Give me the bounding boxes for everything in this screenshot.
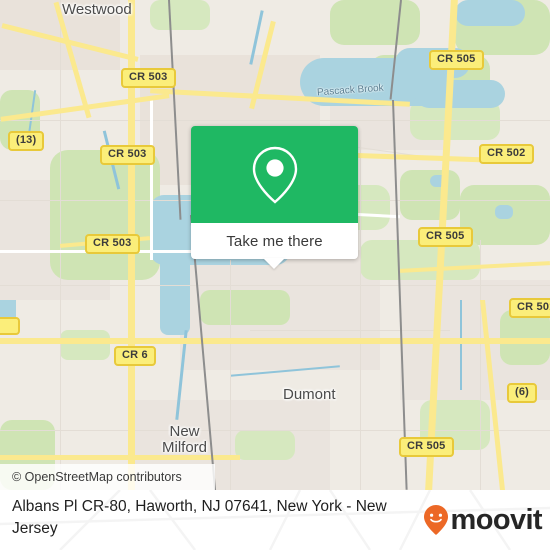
map-water-body [0,300,16,318]
footer-bar: Albans Pl CR-80, Haworth, NJ 07641, New … [0,490,550,550]
osm-attribution[interactable]: © OpenStreetMap contributors [0,464,215,490]
map-park-area [200,290,290,325]
road-shield: (6) [507,383,538,403]
location-title: Albans Pl CR-80, Haworth, NJ 07641, New … [12,498,387,537]
map-water-body [160,255,190,335]
map-minor-road [0,120,550,121]
location-popup-card[interactable]: Take me there [191,126,358,269]
road-shield: CR 505 [418,227,473,247]
map-minor-road [250,330,450,331]
map-water-body [415,80,505,108]
moovit-logo[interactable]: moovit [423,503,543,536]
map-highway [0,338,550,344]
popup-tail-pointer [263,258,285,269]
location-pin-icon [252,146,297,204]
map-water-body [495,205,513,219]
road-shield: CR 501 [509,298,550,318]
popup-pin-area [191,126,358,223]
map-water-body [455,0,525,26]
take-me-there-label: Take me there [226,232,323,250]
road-shield: CR 6 [114,346,156,366]
moovit-smiley-pin-icon [423,505,448,535]
take-me-there-button[interactable]: Take me there [191,223,358,259]
road-shield: CR 505 [429,50,484,70]
map-minor-road [0,285,550,286]
map-minor-road [0,430,550,431]
map-stream [460,300,462,390]
map-screenshot: CR 503 (13) CR 503 CR 503 CR 6 CR 505 CR 502 CR… [0,0,550,550]
place-label: New Milford [162,423,208,456]
road-shield: CR 505 [399,437,454,457]
road-shield: CR 503 [85,234,140,254]
map-minor-road [480,240,481,490]
osm-attribution-text: © OpenStreetMap contributors [12,470,182,484]
road-shield: CR 503 [121,68,176,88]
place-label: Westwood [62,1,132,18]
map-park-area [235,430,295,460]
road-shield: (13) [8,131,45,151]
road-shield: CR 503 [100,145,155,165]
map-park-area [60,330,110,360]
map-park-area [330,0,420,45]
map-park-area [150,0,210,30]
road-shield [0,317,20,335]
map-secondary-road [150,100,153,260]
road-shield: CR 502 [479,144,534,164]
moovit-wordmark: moovit [450,503,543,536]
map-park-area [50,150,160,280]
map-minor-road [360,140,361,490]
place-label: Dumont [283,386,336,403]
map-canvas[interactable]: CR 503 (13) CR 503 CR 503 CR 6 CR 505 CR 502 CR… [0,0,550,490]
